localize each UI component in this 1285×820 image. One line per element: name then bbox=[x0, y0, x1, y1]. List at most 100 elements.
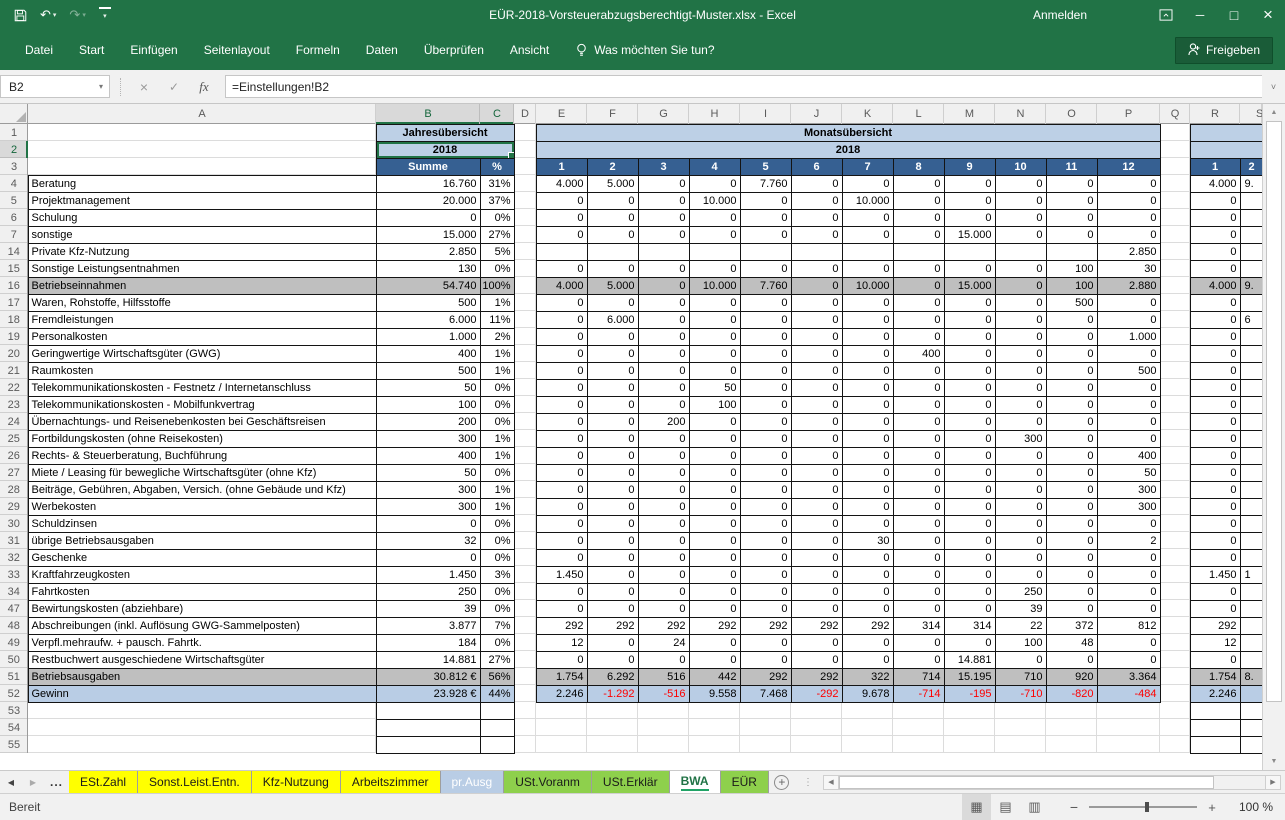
col-header-D[interactable]: D bbox=[514, 104, 536, 124]
cell-D52[interactable] bbox=[514, 685, 536, 702]
cell-K22[interactable]: 0 bbox=[842, 379, 893, 396]
cell-K47[interactable]: 0 bbox=[842, 600, 893, 617]
row-header-49[interactable]: 49 bbox=[0, 634, 28, 651]
cell-B5[interactable]: 20.000 bbox=[376, 192, 480, 209]
row-header-51[interactable]: 51 bbox=[0, 668, 28, 685]
zoom-slider[interactable] bbox=[1089, 806, 1197, 808]
row-header-2[interactable]: 2 bbox=[0, 141, 28, 158]
row-header-14[interactable]: 14 bbox=[0, 243, 28, 260]
cell-M24[interactable]: 0 bbox=[944, 413, 995, 430]
cell-C22[interactable]: 0% bbox=[480, 379, 514, 396]
cell-D47[interactable] bbox=[514, 600, 536, 617]
cell-E53[interactable] bbox=[536, 702, 587, 719]
cell-H24[interactable]: 0 bbox=[689, 413, 740, 430]
cell-H14[interactable] bbox=[689, 243, 740, 260]
cell-E20[interactable]: 0 bbox=[536, 345, 587, 362]
cell-E17[interactable]: 0 bbox=[536, 294, 587, 311]
cell-P26[interactable]: 400 bbox=[1097, 447, 1160, 464]
share-button[interactable]: Freigeben bbox=[1175, 37, 1273, 64]
row-header-3[interactable]: 3 bbox=[0, 158, 28, 175]
row-header-50[interactable]: 50 bbox=[0, 651, 28, 668]
cell-S17[interactable] bbox=[1240, 294, 1262, 311]
cell-M48[interactable]: 314 bbox=[944, 617, 995, 634]
cell-M53[interactable] bbox=[944, 702, 995, 719]
cell-I30[interactable]: 0 bbox=[740, 515, 791, 532]
cell-K5[interactable]: 10.000 bbox=[842, 192, 893, 209]
row-header-53[interactable]: 53 bbox=[0, 702, 28, 719]
cell-A18[interactable]: Fremdleistungen bbox=[28, 311, 376, 328]
cell-O18[interactable]: 0 bbox=[1046, 311, 1097, 328]
cell-R19[interactable]: 0 bbox=[1190, 328, 1240, 345]
cell-H47[interactable]: 0 bbox=[689, 600, 740, 617]
cell-A28[interactable]: Beiträge, Gebühren, Abgaben, Versich. (o… bbox=[28, 481, 376, 498]
row-header-25[interactable]: 25 bbox=[0, 430, 28, 447]
cell-M52[interactable]: -195 bbox=[944, 685, 995, 702]
ribbon-tab-formeln[interactable]: Formeln bbox=[283, 37, 353, 63]
cell-G4[interactable]: 0 bbox=[638, 175, 689, 192]
col-header-C[interactable]: C bbox=[480, 104, 514, 124]
row-header-33[interactable]: 33 bbox=[0, 566, 28, 583]
cell-B54[interactable] bbox=[376, 719, 480, 736]
cell-C30[interactable]: 0% bbox=[480, 515, 514, 532]
cell-C49[interactable]: 0% bbox=[480, 634, 514, 651]
cell-F20[interactable]: 0 bbox=[587, 345, 638, 362]
cell-Q32[interactable] bbox=[1160, 549, 1190, 566]
cell-I49[interactable]: 0 bbox=[740, 634, 791, 651]
cell-L33[interactable]: 0 bbox=[893, 566, 944, 583]
cell-H25[interactable]: 0 bbox=[689, 430, 740, 447]
cell-K20[interactable]: 0 bbox=[842, 345, 893, 362]
cell-R14[interactable]: 0 bbox=[1190, 243, 1240, 260]
cell-H19[interactable]: 0 bbox=[689, 328, 740, 345]
cell-K6[interactable]: 0 bbox=[842, 209, 893, 226]
cell-Q53[interactable] bbox=[1160, 702, 1190, 719]
cell-E26[interactable]: 0 bbox=[536, 447, 587, 464]
cell-F15[interactable]: 0 bbox=[587, 260, 638, 277]
cell-O50[interactable]: 0 bbox=[1046, 651, 1097, 668]
cell-H31[interactable]: 0 bbox=[689, 532, 740, 549]
cell-Q1[interactable] bbox=[1160, 124, 1190, 141]
cell-C7[interactable]: 27% bbox=[480, 226, 514, 243]
save-button[interactable] bbox=[14, 9, 27, 22]
cell-H48[interactable]: 292 bbox=[689, 617, 740, 634]
cell-Q21[interactable] bbox=[1160, 362, 1190, 379]
cell-G28[interactable]: 0 bbox=[638, 481, 689, 498]
cell-R4[interactable]: 4.000 bbox=[1190, 175, 1240, 192]
cell-P20[interactable]: 0 bbox=[1097, 345, 1160, 362]
formula-input[interactable]: =Einstellungen!B2 bbox=[225, 75, 1262, 98]
cell-I28[interactable]: 0 bbox=[740, 481, 791, 498]
cell-Q23[interactable] bbox=[1160, 396, 1190, 413]
cell-D28[interactable] bbox=[514, 481, 536, 498]
cell-L4[interactable]: 0 bbox=[893, 175, 944, 192]
cell-C47[interactable]: 0% bbox=[480, 600, 514, 617]
cell-J14[interactable] bbox=[791, 243, 842, 260]
cell-B15[interactable]: 130 bbox=[376, 260, 480, 277]
cell-J47[interactable]: 0 bbox=[791, 600, 842, 617]
cell-M29[interactable]: 0 bbox=[944, 498, 995, 515]
cell-M55[interactable] bbox=[944, 736, 995, 753]
cell-O55[interactable] bbox=[1046, 736, 1097, 753]
cell-A14[interactable]: Private Kfz-Nutzung bbox=[28, 243, 376, 260]
cell-L25[interactable]: 0 bbox=[893, 430, 944, 447]
cell-K19[interactable]: 0 bbox=[842, 328, 893, 345]
cell-K50[interactable]: 0 bbox=[842, 651, 893, 668]
cell-G47[interactable]: 0 bbox=[638, 600, 689, 617]
cell-R53[interactable] bbox=[1190, 702, 1240, 719]
cell-G16[interactable]: 0 bbox=[638, 277, 689, 294]
cell-J51[interactable]: 292 bbox=[791, 668, 842, 685]
cell-Q47[interactable] bbox=[1160, 600, 1190, 617]
cell-S15[interactable] bbox=[1240, 260, 1262, 277]
cell-F7[interactable]: 0 bbox=[587, 226, 638, 243]
row-header-28[interactable]: 28 bbox=[0, 481, 28, 498]
cell-L30[interactable]: 0 bbox=[893, 515, 944, 532]
cell-C16[interactable]: 100% bbox=[480, 277, 514, 294]
cell-F4[interactable]: 5.000 bbox=[587, 175, 638, 192]
cell-L21[interactable]: 0 bbox=[893, 362, 944, 379]
cell-R50[interactable]: 0 bbox=[1190, 651, 1240, 668]
cell-M18[interactable]: 0 bbox=[944, 311, 995, 328]
cell-J5[interactable]: 0 bbox=[791, 192, 842, 209]
cell-S18[interactable]: 6 bbox=[1240, 311, 1262, 328]
cell-R24[interactable]: 0 bbox=[1190, 413, 1240, 430]
cell-F18[interactable]: 6.000 bbox=[587, 311, 638, 328]
cell-J49[interactable]: 0 bbox=[791, 634, 842, 651]
cell-S16[interactable]: 9. bbox=[1240, 277, 1262, 294]
